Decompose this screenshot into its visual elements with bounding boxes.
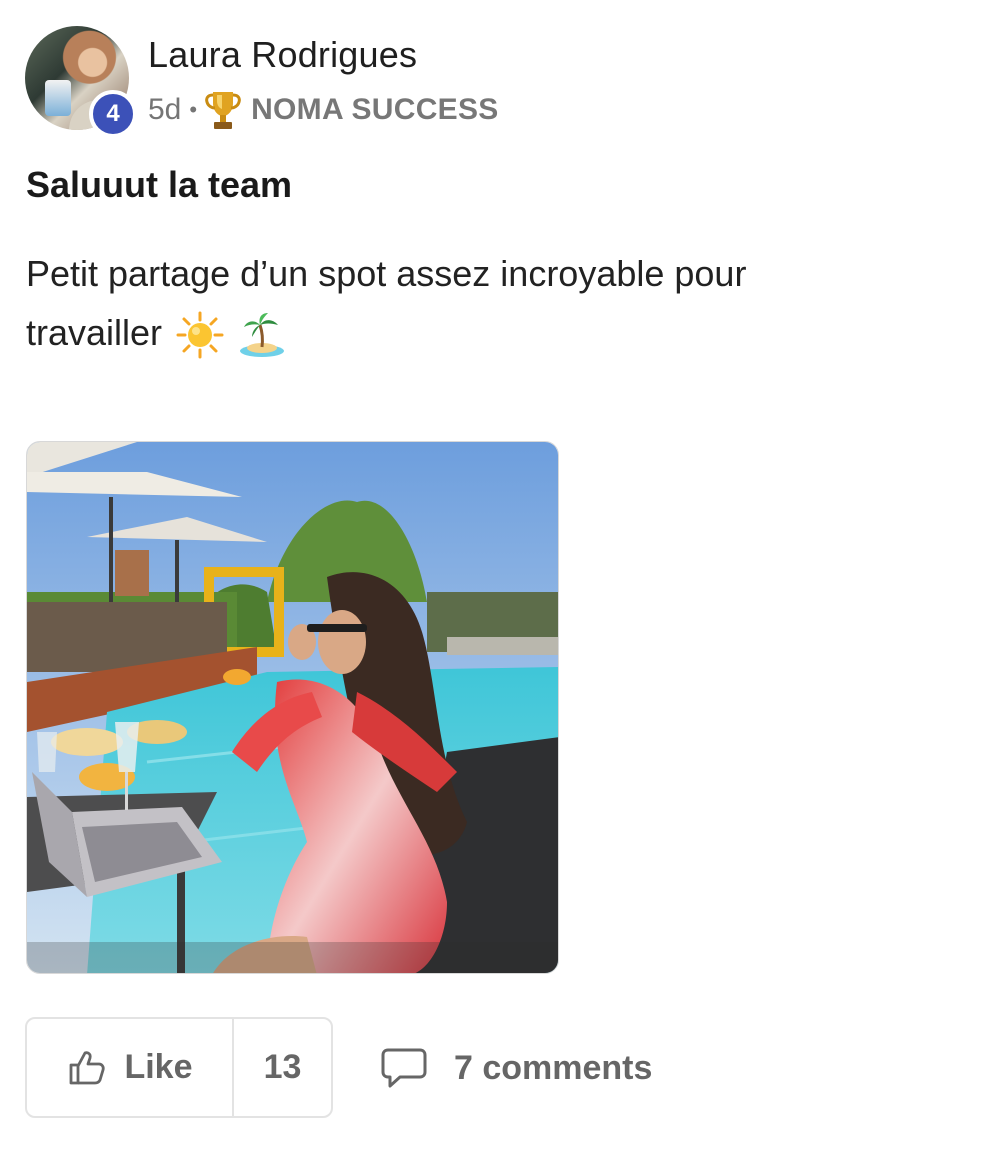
- desert-island-emoji: [238, 311, 286, 359]
- author-avatar[interactable]: 4: [25, 26, 137, 138]
- comment-bubble-icon: [381, 1048, 427, 1088]
- comments-button[interactable]: 7 comments: [380, 1042, 652, 1094]
- post-meta: 5d • NOMA SUCCESS: [148, 88, 499, 132]
- post-title: Saluuut la team: [26, 164, 293, 205]
- post-card: 4 Laura Rodrigues 5d • NOMA SUCCESS Salu…: [0, 0, 1000, 1153]
- like-label: Like: [124, 1048, 193, 1086]
- post-photo[interactable]: [26, 441, 559, 974]
- like-group: Like 13: [25, 1017, 333, 1118]
- like-count[interactable]: 13: [234, 1019, 331, 1116]
- sun-emoji: [176, 311, 224, 359]
- like-button[interactable]: Like: [27, 1019, 234, 1116]
- post-category[interactable]: NOMA SUCCESS: [251, 93, 499, 127]
- meta-separator: •: [189, 97, 198, 122]
- avatar-photo-detail: [45, 80, 71, 116]
- comments-label: 7 comments: [454, 1048, 653, 1087]
- post-body: Petit partage d’un spot assez incroyable…: [26, 244, 886, 362]
- trophy-icon: [205, 89, 241, 131]
- author-name[interactable]: Laura Rodrigues: [148, 34, 417, 76]
- post-time: 5d: [148, 93, 182, 126]
- thumbs-up-icon: [70, 1050, 106, 1084]
- post-body-text: Petit partage d’un spot assez incroyable…: [26, 253, 747, 353]
- level-badge: 4: [89, 90, 137, 138]
